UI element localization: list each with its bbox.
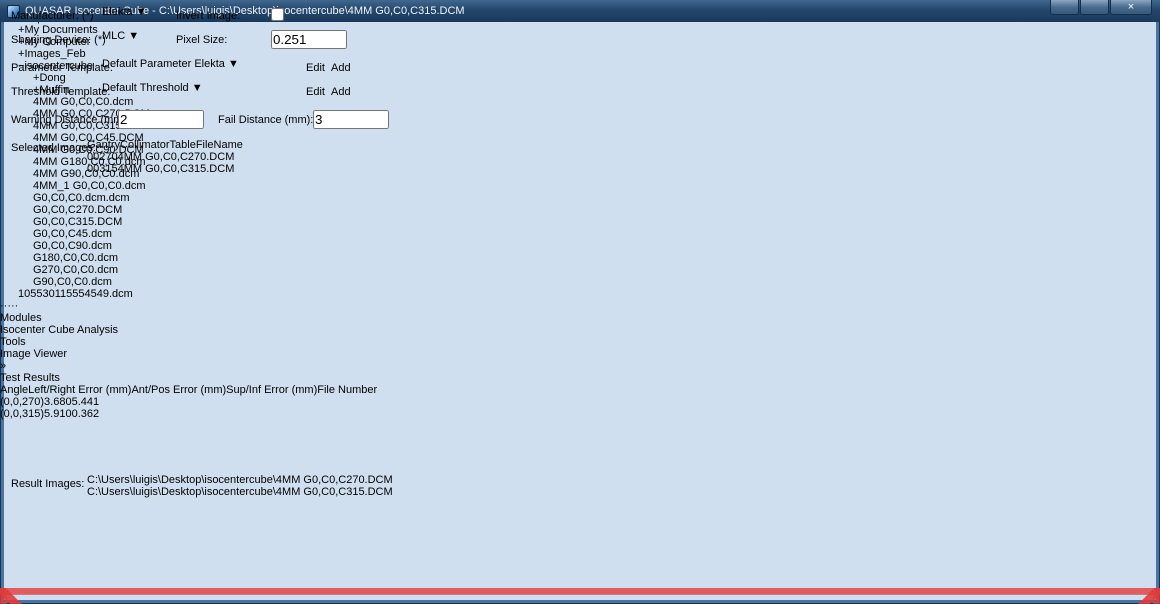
nav-button-tools[interactable]: Tools [0,336,1160,348]
column-header-gantry: Gantry [87,139,120,151]
result-images-label: Result Images: [11,478,84,490]
column-header-ant-pos-error-mm: Ant/Pos Error (mm) [131,384,226,396]
nav-button-modules[interactable]: Modules [0,312,1160,324]
selected-images-header: GantryCollimatorTableFileName [87,139,413,151]
result-cell: (0,0,270) [0,396,44,408]
threshold-template-select[interactable]: Default Threshold ▼ [102,82,288,94]
image-viewer-panel: ▲ ▼ ◀ ▶ [0,588,1160,604]
image-canvas[interactable] [0,588,1160,604]
column-header-angle: Angle [0,384,28,396]
fail-distance-label: Fail Distance (mm): [218,114,313,126]
pixel-size-input[interactable] [271,30,347,49]
result-cell: (0,0,315) [0,408,44,420]
threshold-edit-button[interactable]: Edit [306,86,325,98]
result-cell: 5.44 [72,396,93,408]
invert-image-checkbox[interactable] [271,8,284,21]
cell: 4MM G0,C0,C315.DCM [118,163,235,175]
selected-images-table: GantryCollimatorTableFileName 002704MM G… [87,139,413,249]
maximize-button[interactable] [1080,0,1109,15]
shaping-device-value: MLC [102,30,125,42]
table-row[interactable]: 003154MM G0,C0,C315.DCM [87,163,413,175]
tree-item-label: G90,C0,C0.dcm [33,276,112,288]
nav-footer: » [0,360,1160,372]
dropdown-arrow-icon: ▼ [228,58,239,70]
fail-distance-input[interactable] [313,110,389,129]
window-controls: × [1050,0,1152,15]
tree-item-105530115554549-dcm[interactable]: 105530115554549.dcm [0,288,1160,300]
pixel-size-label: Pixel Size: [176,34,227,46]
result-cell: 5.91 [44,408,65,420]
tree-item-label: G180,C0,C0.dcm [33,252,118,264]
cell: 270 [99,151,117,163]
warning-distance-input[interactable] [118,110,204,129]
column-header-filename: FileName [196,139,243,151]
column-header-file-number: File Number [317,384,377,396]
column-header-table: Table [170,139,196,151]
tree-item-label: Images_Feb [24,48,85,60]
chevron-down-icon[interactable]: » [0,360,6,372]
table-row[interactable]: 002704MM G0,C0,C270.DCM [87,151,413,163]
manufacturer-label: Manufacturer: (*) [11,10,94,22]
test-results-title: Test Results [0,372,60,384]
nav-buttons: ModulesIsocenter Cube AnalysisToolsImage… [0,312,1160,360]
nav-button-image-viewer[interactable]: Image Viewer [0,348,1160,360]
app-window: QUASAR Isocenter Cube - C:\Users\luigis\… [0,0,1160,604]
shaping-device-label: Shaping Device: (*) [11,34,106,46]
splitter-grip[interactable]: ····· [0,300,1160,312]
threshold-template-label: Threshold Template: [11,86,110,98]
test-results-table: AngleLeft/Right Error (mm)Ant/Pos Error … [0,384,407,420]
cell: 4MM G0,C0,C270.DCM [118,151,235,163]
minimize-button[interactable] [1050,0,1079,15]
list-item[interactable]: C:\Users\luigis\Desktop\isocentercube\4M… [87,474,413,486]
column-header-left-right-error-mm: Left/Right Error (mm) [28,384,131,396]
tree-item-label: 105530115554549.dcm [18,288,133,300]
close-icon: × [1128,1,1134,13]
result-cell: 0.36 [72,408,93,420]
table-row[interactable]: (0,0,270)3.6805.441 [0,396,407,408]
phantom-cube-image [0,588,1160,604]
test-results-body: (0,0,270)3.6805.441(0,0,315)5.9100.362 [0,396,407,420]
analysis-panel: Manufacturer: (*) Elekta ▼ Invert Image:… [0,372,1160,588]
table-row[interactable]: (0,0,315)5.9100.362 [0,408,407,420]
tree-item-g180-c0-c0-dcm[interactable]: G180,C0,C0.dcm [0,252,1160,264]
manufacturer-value: Elekta [102,6,133,18]
tree-item-4mm-g0-c0-c0-dcm[interactable]: 4MM G0,C0,C0.dcm [0,96,1160,108]
threshold-add-button[interactable]: Add [331,86,351,98]
list-item[interactable]: C:\Users\luigis\Desktop\isocentercube\4M… [87,486,413,498]
tree-item-label: G270,C0,C0.dcm [33,264,118,276]
tree-item-g270-c0-c0-dcm[interactable]: G270,C0,C0.dcm [0,264,1160,276]
close-button[interactable]: × [1110,0,1152,15]
parameter-add-button[interactable]: Add [331,62,351,74]
selected-images-label: Selected Images: [11,142,96,154]
invert-image-label: Invert Image: [176,10,240,22]
dropdown-arrow-icon: ▼ [192,82,203,94]
result-cell: 3.68 [44,396,65,408]
nav-button-isocenter-cube-analysis[interactable]: Isocenter Cube Analysis [0,324,1160,336]
column-header-collimator: Collimator [120,139,170,151]
parameter-template-value: Default Parameter Elekta [102,58,225,70]
cell: 315 [99,163,117,175]
parameter-edit-button[interactable]: Edit [306,62,325,74]
parameter-template-label: Parameter Template: [11,62,113,74]
result-cell: 1 [93,396,99,408]
navigation-pane: ····· ModulesIsocenter Cube AnalysisTool… [0,300,1160,372]
analysis-overlay-icon [0,588,1160,604]
selected-images-body: 002704MM G0,C0,C270.DCM003154MM G0,C0,C3… [87,151,413,175]
dropdown-arrow-icon: ▼ [128,30,139,42]
warning-distance-label: Warning Distance (mm): [11,114,129,126]
parameter-template-select[interactable]: Default Parameter Elekta ▼ [102,58,288,70]
column-header-sup-inf-error-mm: Sup/Inf Error (mm) [226,384,317,396]
dropdown-arrow-icon: ▼ [136,6,147,18]
test-results-header: AngleLeft/Right Error (mm)Ant/Pos Error … [0,384,407,396]
result-images-list: C:\Users\luigis\Desktop\isocentercube\4M… [87,474,413,526]
result-cell: 2 [93,408,99,420]
threshold-template-value: Default Threshold [102,82,189,94]
tree-item-g90-c0-c0-dcm[interactable]: G90,C0,C0.dcm [0,276,1160,288]
